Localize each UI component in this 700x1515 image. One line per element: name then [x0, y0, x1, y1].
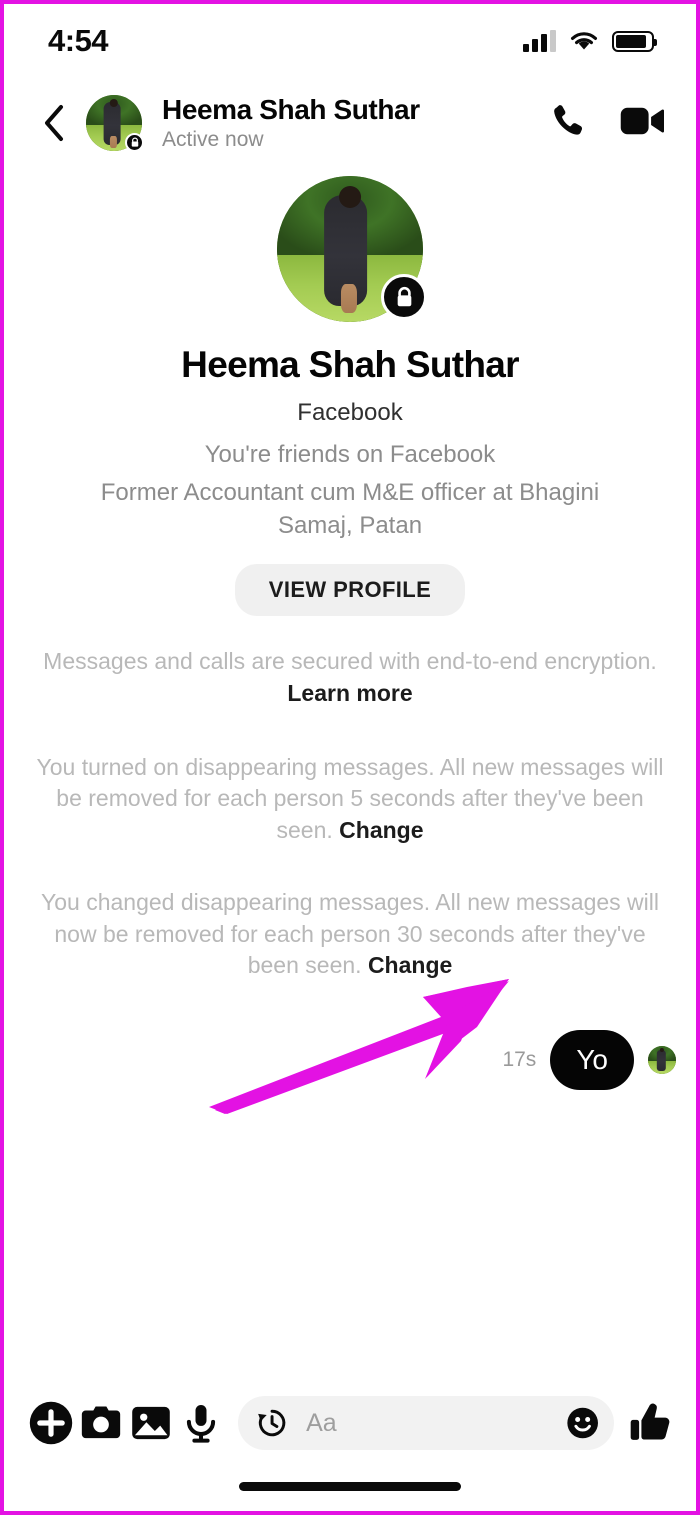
phone-screen: 4:54 Heema Shah Suthar Active now Heema … — [0, 0, 700, 1515]
back-button[interactable] — [34, 95, 74, 151]
microphone-icon — [186, 1405, 216, 1443]
chevron-left-icon — [45, 105, 63, 141]
wifi-icon — [571, 32, 597, 50]
phone-icon — [554, 104, 583, 135]
header-text[interactable]: Heema Shah Suthar Active now — [162, 94, 548, 152]
voice-message-button[interactable] — [176, 1398, 226, 1448]
camera-button[interactable] — [76, 1398, 126, 1448]
cellular-signal-icon — [523, 30, 556, 52]
gallery-button[interactable] — [126, 1398, 176, 1448]
contact-status: Active now — [162, 127, 264, 151]
plus-circle-icon — [29, 1401, 73, 1445]
contact-name: Heema Shah Suthar — [162, 94, 420, 126]
disappearing-changed-text: You changed disappearing messages. All n… — [41, 888, 659, 979]
lock-icon — [125, 133, 144, 152]
add-attachment-button[interactable] — [26, 1398, 76, 1448]
profile-bio: Former Accountant cum M&E officer at Bha… — [100, 479, 600, 539]
composer-toolbar — [4, 1393, 696, 1453]
message-bubble-outgoing[interactable]: Yo — [550, 1030, 634, 1091]
page-title: Heema Shah Suthar — [181, 344, 519, 385]
thumbs-up-icon — [630, 1403, 670, 1440]
change-link-2[interactable]: Change — [368, 952, 452, 978]
battery-icon — [612, 30, 657, 52]
clock-history-icon[interactable] — [256, 1403, 288, 1443]
lock-icon — [381, 274, 427, 320]
profile-avatar[interactable] — [277, 176, 427, 322]
status-time: 4:54 — [48, 23, 109, 58]
learn-more-link[interactable]: Learn more — [287, 680, 412, 706]
audio-call-button[interactable] — [548, 101, 588, 146]
header-actions — [548, 101, 670, 146]
encryption-notice: Messages and calls are secured with end-… — [22, 646, 678, 709]
message-composer[interactable] — [238, 1396, 614, 1450]
smiley-icon[interactable] — [565, 1401, 600, 1445]
status-icons — [523, 30, 657, 52]
profile-relationship: You're friends on Facebook — [204, 441, 496, 468]
profile-source: Facebook — [297, 399, 403, 426]
header-avatar[interactable] — [86, 95, 144, 152]
status-bar: 4:54 — [4, 4, 696, 78]
video-call-button[interactable] — [620, 103, 665, 144]
image-icon — [132, 1406, 170, 1440]
message-timestamp: 17s — [502, 1048, 537, 1072]
message-input[interactable] — [288, 1408, 565, 1438]
disappearing-on-notice: You turned on disappearing messages. All… — [22, 752, 678, 847]
change-link-1[interactable]: Change — [339, 817, 423, 843]
like-button[interactable] — [626, 1398, 676, 1448]
camera-icon — [81, 1406, 121, 1439]
encryption-notice-text: Messages and calls are secured with end-… — [43, 648, 657, 675]
video-camera-icon — [620, 107, 665, 134]
profile-block: Heema Shah Suthar Facebook You're friend… — [22, 168, 678, 617]
chat-header: Heema Shah Suthar Active now — [4, 78, 696, 168]
message-row: 17s Yo — [22, 1030, 678, 1091]
home-indicator — [239, 1482, 461, 1491]
disappearing-changed-notice: You changed disappearing messages. All n… — [22, 887, 678, 982]
view-profile-button[interactable]: VIEW PROFILE — [234, 564, 466, 617]
seen-avatar — [648, 1046, 676, 1075]
message-thread[interactable]: Heema Shah Suthar Facebook You're friend… — [4, 168, 696, 1393]
